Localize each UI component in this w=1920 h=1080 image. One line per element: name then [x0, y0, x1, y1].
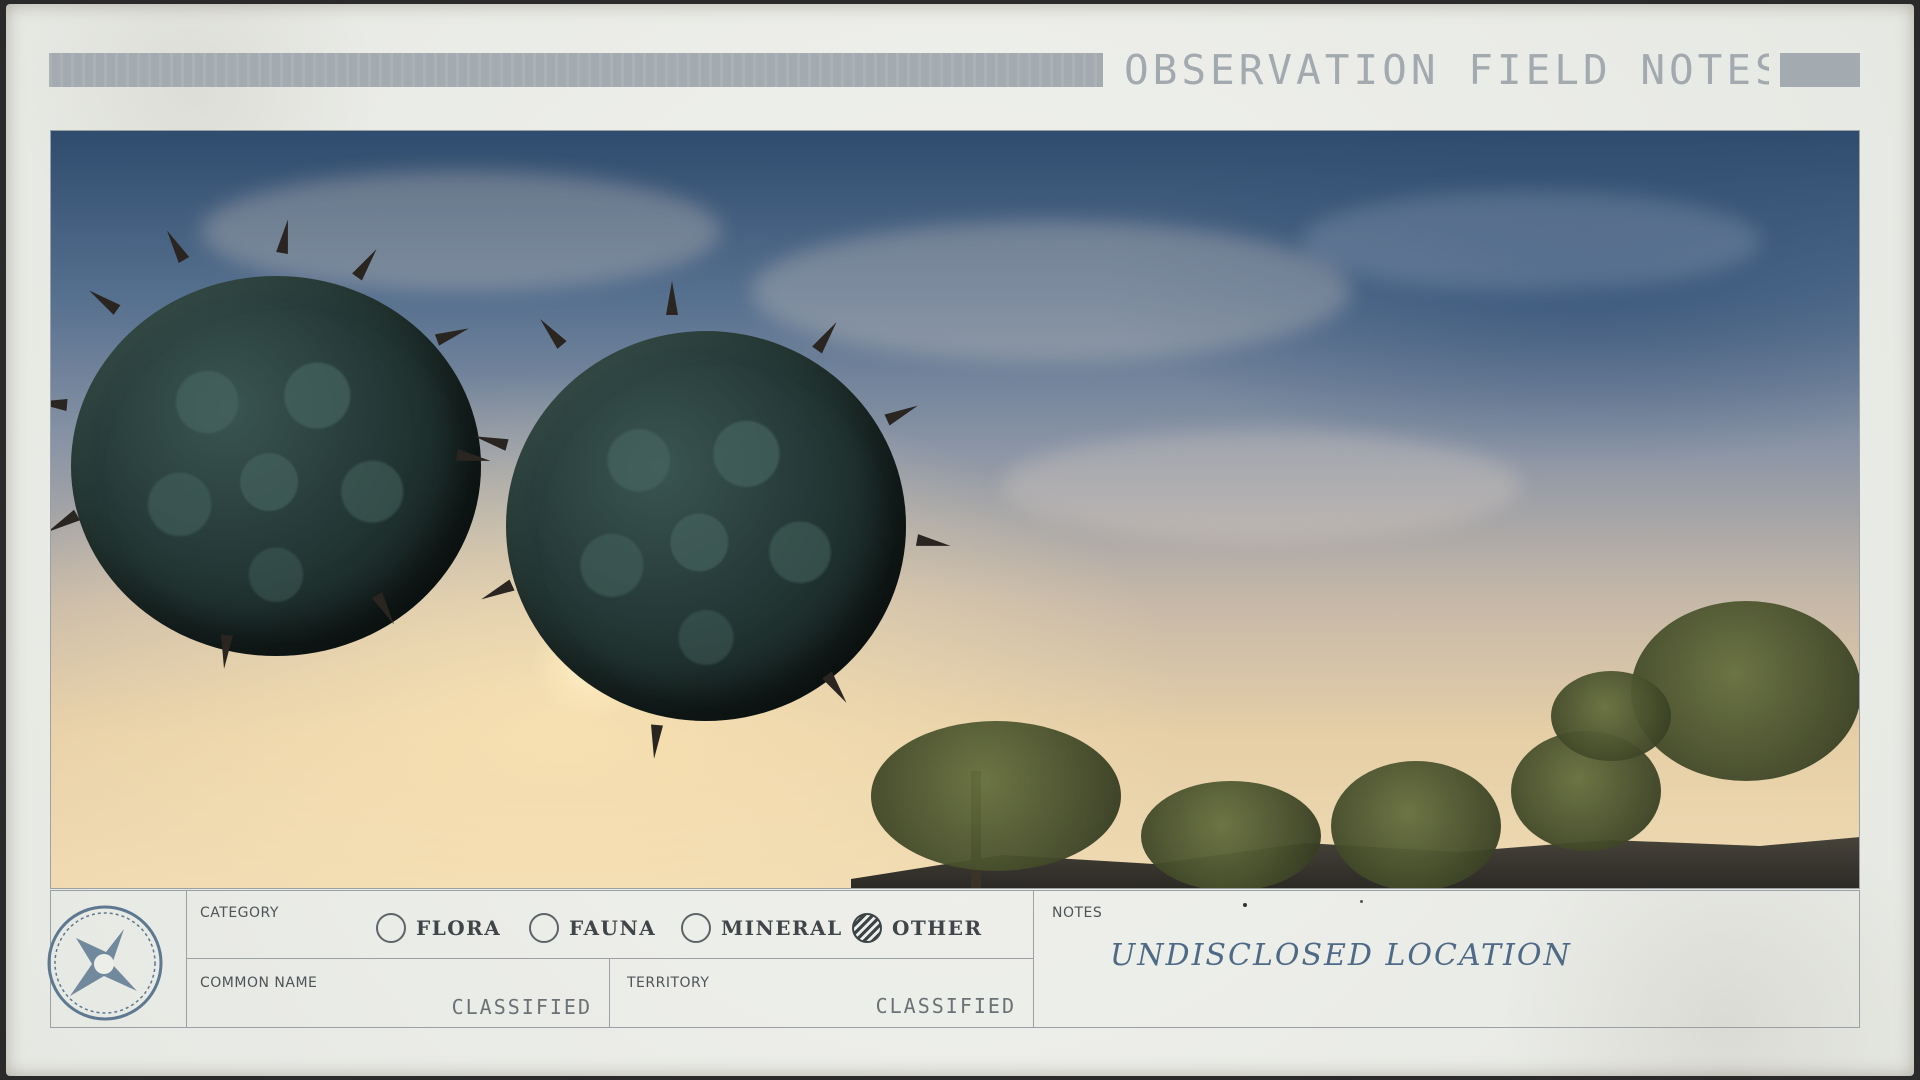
spiked-orb-creature	[71, 276, 481, 656]
option-label-flora: FLORA	[416, 916, 502, 940]
ink-speck	[1243, 903, 1247, 907]
category-option-mineral[interactable]: MINERAL	[681, 912, 843, 944]
header-bar-right	[1780, 53, 1860, 87]
divider	[609, 958, 610, 1028]
tree	[1141, 781, 1321, 888]
tree	[871, 721, 1121, 871]
option-label-other: OTHER	[892, 916, 983, 940]
notes-value: UNDISCLOSED LOCATION	[1110, 938, 1572, 973]
spiked-orb-creature	[506, 331, 906, 721]
divider	[1033, 890, 1034, 1028]
tree	[1631, 601, 1859, 781]
page-title: OBSERVATION FIELD NOTES	[1124, 48, 1769, 92]
header-bar-left	[49, 53, 1103, 87]
territory-value: CLASSIFIED	[875, 994, 1016, 1018]
ink-speck	[1360, 900, 1363, 903]
cloud	[1001, 431, 1521, 541]
category-option-flora[interactable]: FLORA	[376, 912, 501, 944]
category-option-other[interactable]: OTHER	[852, 912, 983, 944]
category-option-fauna[interactable]: FAUNA	[529, 912, 656, 944]
cloud	[1301, 191, 1761, 291]
tree	[1551, 671, 1671, 761]
cloud	[751, 221, 1351, 361]
option-label-fauna: FAUNA	[569, 916, 657, 940]
notes-label: NOTES	[1052, 905, 1103, 921]
option-label-mineral: MINERAL	[721, 916, 843, 940]
compass-star-icon	[47, 905, 163, 1021]
observation-photo	[50, 130, 1860, 889]
orb-spike	[666, 281, 678, 315]
radio-fauna[interactable]	[529, 913, 559, 943]
radio-mineral[interactable]	[681, 913, 711, 943]
divider	[186, 958, 1033, 959]
common-name-label: COMMON NAME	[200, 975, 318, 991]
common-name-value: CLASSIFIED	[451, 995, 592, 1019]
category-label: CATEGORY	[200, 905, 279, 921]
tree	[1331, 761, 1501, 888]
radio-other[interactable]	[852, 913, 882, 943]
divider	[186, 890, 187, 1028]
territory-label: TERRITORY	[627, 975, 710, 991]
orb-spike	[51, 396, 68, 411]
radio-flora[interactable]	[376, 913, 406, 943]
